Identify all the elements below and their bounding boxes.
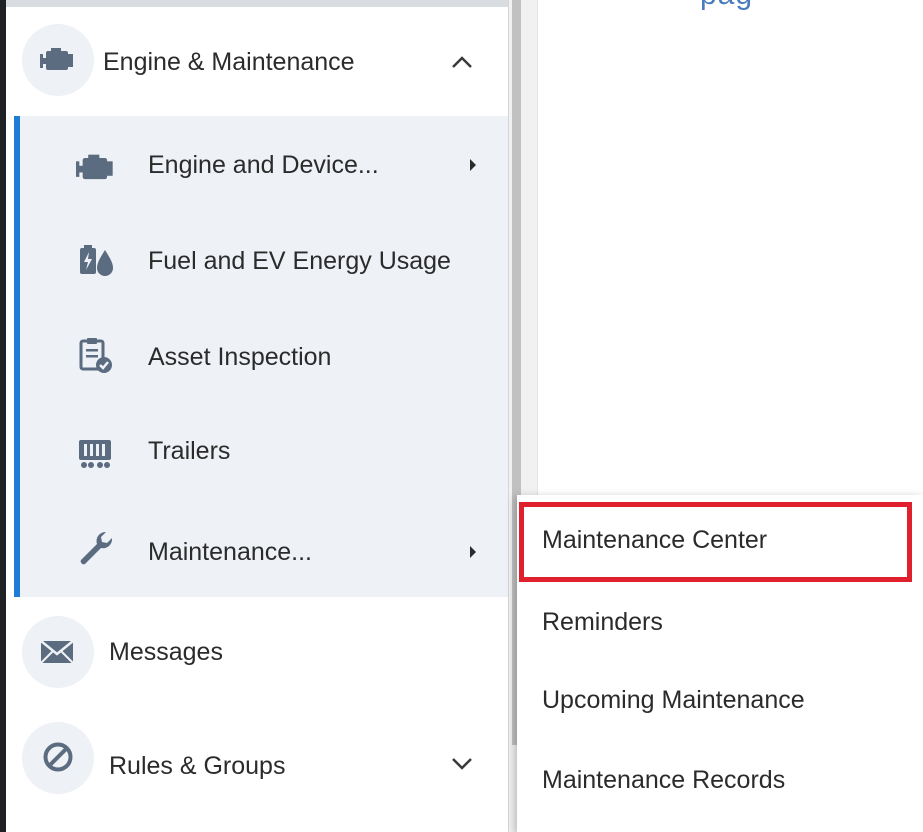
nav-item-rules-groups[interactable]: Rules & Groups	[6, 722, 508, 808]
nav-label: Rules & Groups	[109, 752, 286, 780]
submenu-item-label: Fuel and EV Energy Usage	[148, 247, 451, 275]
trailer-icon	[79, 440, 111, 468]
chevron-down-icon[interactable]	[448, 750, 476, 778]
app-window: pag Engine & Maintenance Engine an	[0, 0, 923, 832]
submenu-item-maintenance[interactable]: Maintenance...	[14, 500, 508, 596]
chevron-up-icon[interactable]	[448, 48, 476, 76]
submenu-item-label: Trailers	[148, 437, 231, 465]
submenu-item-engine-device[interactable]: Engine and Device...	[14, 116, 508, 212]
engine-icon	[76, 154, 113, 180]
highlight-box	[519, 502, 912, 582]
nav-label: Engine & Maintenance	[103, 48, 355, 76]
submenu-item-label: Asset Inspection	[148, 343, 332, 371]
flyout-item-label: Maintenance Records	[542, 766, 786, 794]
blocked-circle-icon	[43, 742, 73, 772]
submenu-arrow-icon	[470, 546, 476, 558]
sidebar-top-divider	[6, 0, 508, 7]
submenu-item-fuel-ev[interactable]: Fuel and EV Energy Usage	[14, 212, 508, 308]
submenu-item-asset-inspection[interactable]: Asset Inspection	[14, 308, 508, 404]
submenu-item-label: Maintenance...	[148, 538, 312, 566]
submenu-arrow-icon	[470, 159, 476, 171]
submenu-item-label: Engine and Device...	[148, 151, 379, 179]
wrench-icon	[80, 531, 113, 565]
flyout-item-reminders[interactable]: Reminders	[517, 586, 923, 656]
flyout-item-upcoming-maintenance[interactable]: Upcoming Maintenance	[517, 664, 923, 734]
nav-item-messages[interactable]: Messages	[6, 608, 508, 694]
fuel-ev-icon	[80, 245, 113, 276]
engine-icon	[40, 48, 73, 70]
envelope-icon	[40, 640, 74, 664]
flyout-item-maintenance-records[interactable]: Maintenance Records	[517, 744, 923, 814]
nav-label: Messages	[109, 638, 223, 666]
partial-header-link[interactable]: pag	[700, 0, 753, 12]
flyout-item-label: Upcoming Maintenance	[542, 686, 805, 714]
clipboard-check-icon	[79, 338, 112, 373]
flyout-item-label: Reminders	[542, 608, 663, 636]
submenu-item-trailers[interactable]: Trailers	[14, 404, 508, 500]
nav-item-engine-maintenance[interactable]: Engine & Maintenance	[6, 20, 508, 106]
